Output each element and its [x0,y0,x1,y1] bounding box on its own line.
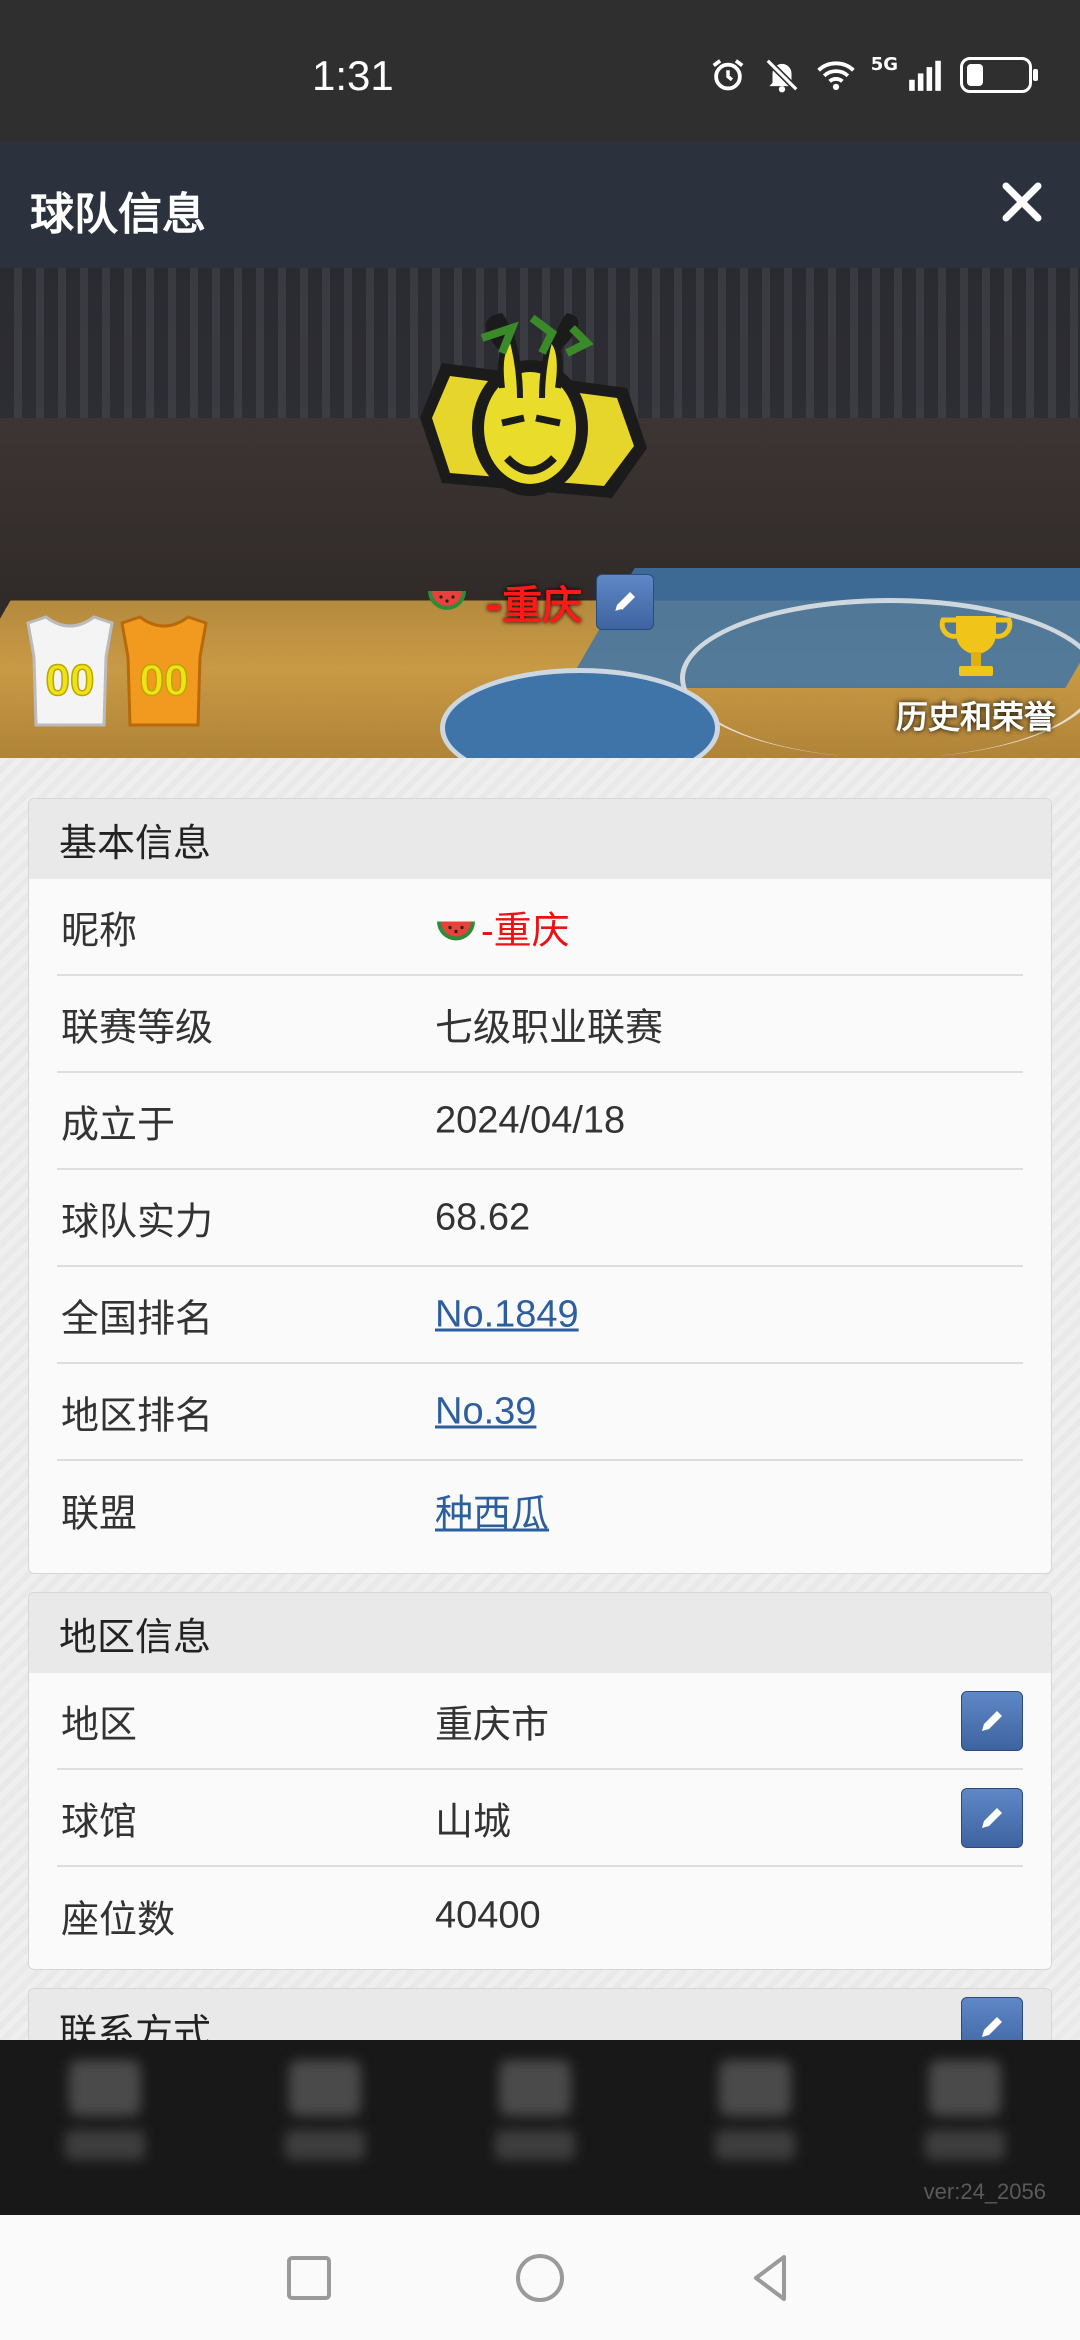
nav-item-2[interactable] [270,2060,380,2180]
edit-contact-button[interactable] [961,1997,1023,2040]
team-name: -重庆 [486,573,583,631]
founded-value: 2024/04/18 [435,1099,625,1142]
wifi-icon [817,56,855,94]
edit-arena-button[interactable] [961,1788,1023,1848]
home-icon[interactable] [513,2251,567,2305]
row-label: 座位数 [61,1888,175,1943]
row-label: 联赛等级 [61,996,213,1051]
region-info-title: 地区信息 [29,1593,1051,1673]
edit-region-button[interactable] [961,1691,1023,1751]
content-scroll-area[interactable]: 基本信息 昵称 -重庆 联赛等级 七级职业联赛 成立于 2024/04/18 球… [0,758,1080,2040]
row-label: 成立于 [61,1093,175,1148]
pencil-icon [609,586,641,618]
signal-icon [906,56,944,94]
team-strength-value: 68.62 [435,1196,530,1239]
row-label: 昵称 [61,899,137,954]
nav-label [715,2130,795,2160]
nav-label [925,2130,1005,2160]
watermelon-icon [435,918,477,948]
nickname-value: -重庆 [435,899,570,954]
bell-muted-icon [763,56,801,94]
nav-item-5[interactable] [910,2060,1020,2180]
trophy-icon [931,608,1021,688]
row-seats: 座位数 40400 [57,1867,1023,1964]
away-jersey-number: 00 [140,656,189,705]
row-nickname: 昵称 -重庆 [57,879,1023,976]
nav-item-4[interactable] [700,2060,810,2180]
pencil-icon [976,1705,1008,1737]
page-title: 球队信息 [30,178,206,242]
alarm-icon [709,56,747,94]
row-alliance: 联盟 种西瓜 [57,1461,1023,1558]
nav-icon [929,2060,1001,2116]
nav-icon [499,2060,571,2116]
row-label: 联盟 [61,1482,137,1537]
pencil-icon [976,1802,1008,1834]
region-value: 重庆市 [435,1693,549,1748]
row-national-rank: 全国排名 No.1849 [57,1267,1023,1364]
row-label: 全国排名 [61,1287,213,1342]
basic-info-panel: 基本信息 昵称 -重庆 联赛等级 七级职业联赛 成立于 2024/04/18 球… [28,798,1052,1574]
nav-label [65,2130,145,2160]
basic-info-title: 基本信息 [29,799,1051,879]
region-rank-link[interactable]: No.39 [435,1390,536,1433]
arena-value: 山城 [435,1790,511,1845]
nav-icon [69,2060,141,2116]
row-label: 地区排名 [61,1384,213,1439]
row-region-rank: 地区排名 No.39 [57,1364,1023,1461]
home-jersey-number: 00 [46,656,95,705]
national-rank-link[interactable]: No.1849 [435,1293,579,1336]
history-honors-button[interactable]: 历史和荣誉 [886,608,1066,738]
alliance-link[interactable]: 种西瓜 [435,1482,549,1537]
row-founded: 成立于 2024/04/18 [57,1073,1023,1170]
nav-item-1[interactable] [50,2060,160,2180]
row-label: 球队实力 [61,1190,213,1245]
region-info-panel: 地区信息 地区 重庆市 球馆 山城 座位数 40400 [28,1592,1052,1970]
edit-team-name-button[interactable] [596,574,654,630]
home-jersey-icon[interactable]: 00 [24,613,116,729]
team-banner: -重庆 00 00 历史和荣誉 [0,268,1080,758]
away-jersey-icon[interactable]: 00 [118,613,210,729]
system-navigation-bar [0,2215,1080,2340]
row-team-strength: 球队实力 68.62 [57,1170,1023,1267]
contact-title: 联系方式 [29,1989,1051,2040]
close-icon[interactable] [990,170,1054,234]
back-icon[interactable] [744,2251,798,2305]
history-honors-label: 历史和荣誉 [896,698,1056,736]
row-label: 地区 [61,1693,137,1748]
nav-label [285,2130,365,2160]
network-type-label: 5G [871,56,898,74]
pencil-icon [976,2011,1008,2040]
nav-icon [719,2060,791,2116]
version-label: ver:24_2056 [924,2179,1046,2205]
row-league-level: 联赛等级 七级职业联赛 [57,976,1023,1073]
status-bar: 1:31 5G [0,0,1080,142]
nav-item-3[interactable] [480,2060,590,2180]
seats-value: 40400 [435,1894,541,1937]
page-header: 球队信息 [0,142,1080,268]
row-arena: 球馆 山城 [57,1770,1023,1867]
row-region: 地区 重庆市 [57,1673,1023,1770]
nav-icon [289,2060,361,2116]
league-level-value: 七级职业联赛 [435,996,663,1051]
nav-label [495,2130,575,2160]
battery-icon [960,57,1032,93]
contact-panel: 联系方式 [28,1988,1052,2040]
bottom-navigation: ver:24_2056 [0,2040,1080,2215]
row-label: 球馆 [61,1790,137,1845]
recents-icon[interactable] [282,2251,336,2305]
team-logo-icon [402,308,662,548]
status-time: 1:31 [312,52,394,100]
watermelon-icon [426,587,468,617]
